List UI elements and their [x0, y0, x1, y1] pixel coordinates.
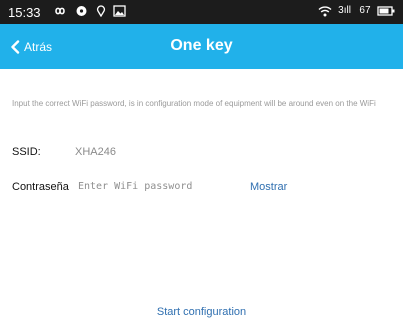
status-bar: 15:33 3ıll 67	[0, 0, 403, 24]
password-input[interactable]	[78, 178, 228, 194]
status-time: 15:33	[8, 5, 41, 20]
battery-icon	[377, 6, 395, 16]
wifi-icon	[318, 6, 332, 17]
infinity-icon	[55, 7, 65, 15]
status-system-icons: 3ıll 67	[318, 5, 395, 23]
location-pin-icon	[96, 5, 105, 17]
start-configuration-button[interactable]: Start configuration	[0, 306, 403, 318]
page-title: One key	[170, 37, 233, 54]
ssid-label: SSID:	[12, 146, 41, 158]
gallery-icon	[113, 5, 127, 17]
ssid-value: XHA246	[75, 146, 116, 158]
password-label: Contraseña	[12, 181, 69, 193]
signal-indicator: 3ıll	[338, 5, 351, 16]
show-password-button[interactable]: Mostrar	[250, 181, 287, 193]
battery-percent: 67	[359, 5, 371, 16]
status-notification-icons	[52, 5, 127, 23]
compass-icon	[76, 6, 87, 16]
instruction-text: Input the correct WiFi password, is in c…	[12, 99, 376, 108]
app-bar: Atrás One key	[0, 24, 403, 69]
